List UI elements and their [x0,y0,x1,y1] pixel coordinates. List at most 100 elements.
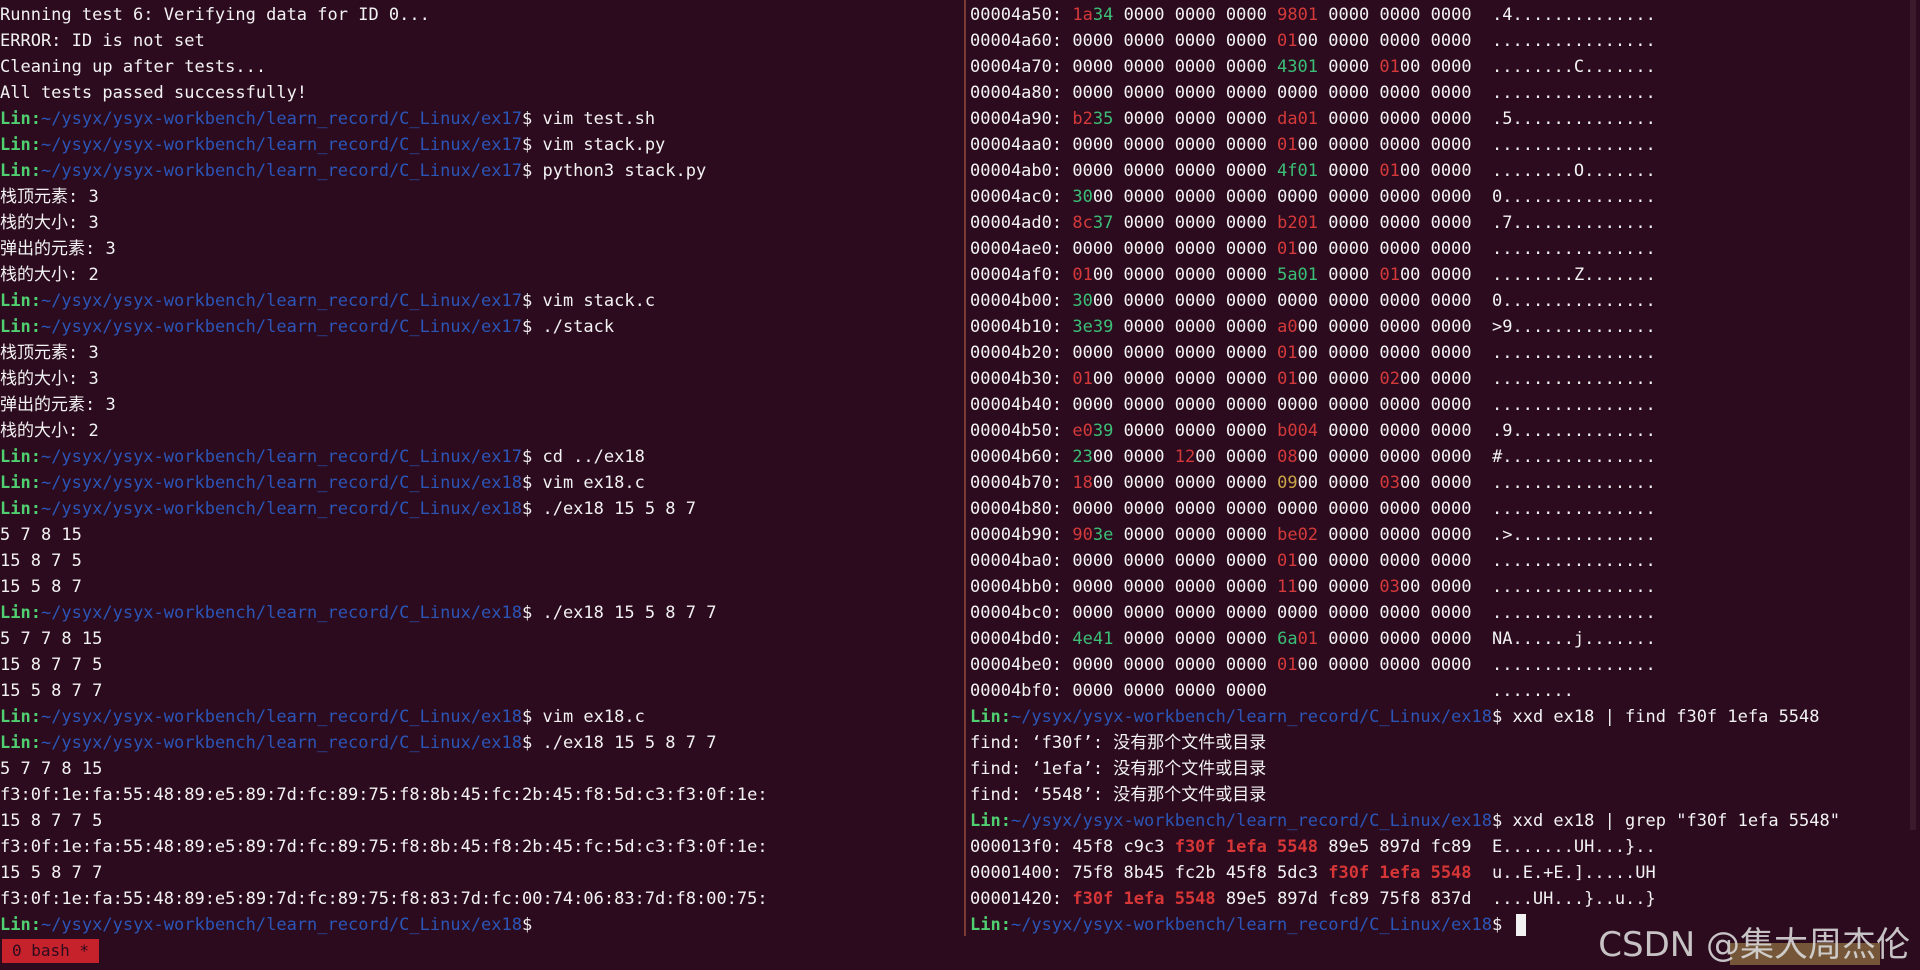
terminal-text-segment: 00004af0: [970,265,1073,285]
terminal-text-segment: 0000 0000 0000 [1318,629,1493,649]
terminal-text-segment: $ xxd ex18 | find f30f 1efa 5548 [1492,707,1820,727]
terminal-line: 栈的大小: 2 [0,262,962,288]
left-terminal-pane[interactable]: Running test 6: Verifying data for ID 0.… [0,2,962,936]
terminal-text-segment: find: ‘f30f’: 没有那个文件或目录 [970,733,1267,753]
terminal-text-segment: ~/ysyx/ysyx-workbench/learn_record/C_Lin… [40,733,522,753]
terminal-text-segment: $ vim stack.c [522,291,656,311]
terminal-text-segment: 00 0000 0000 0000 [1297,343,1492,363]
terminal-text-segment: 00 0000 [1399,57,1493,77]
terminal-text-segment: 30 [1072,291,1093,311]
right-terminal-pane[interactable]: 00004a50: 1a34 0000 0000 0000 9801 0000 … [970,2,1900,936]
terminal-line: 00004bf0: 0000 0000 0000 0000 ........ [970,678,1900,704]
terminal-text-segment: 0000 0000 0000 [1113,317,1278,337]
terminal-text-segment: ~/ysyx/ysyx-workbench/learn_record/C_Lin… [40,317,522,337]
terminal-text-segment: 01 [1379,57,1400,77]
terminal-line: 00004a90: b235 0000 0000 0000 da01 0000 … [970,106,1900,132]
terminal-text-segment: ~/ysyx/ysyx-workbench/learn_record/C_Lin… [40,447,522,467]
terminal-text-segment: 03 [1379,577,1400,597]
terminal-text-segment: 00004b70: [970,473,1073,493]
terminal-text-segment: ERROR: ID is not set [0,31,205,51]
terminal-text-segment: ................ [1492,343,1656,363]
terminal-text-segment: 15 8 7 7 5 [0,811,103,831]
terminal-text-segment: .>.............. [1492,525,1656,545]
scrollbar[interactable] [1910,0,1916,830]
terminal-text-segment: $ ./ex18 15 5 8 7 7 [522,603,717,623]
terminal-text-segment: 00004ae0: 0000 0000 0000 0000 [970,239,1278,259]
terminal-line: 00004ad0: 8c37 0000 0000 0000 b201 0000 … [970,210,1900,236]
terminal-text-segment: f3:0f:1e:fa:55:48:89:e5:89:7d:fc:89:75:f… [0,837,768,857]
terminal-text-segment: 00 0000 0000 0000 [1092,473,1278,493]
terminal-text-segment: 03 [1379,473,1400,493]
terminal-line: Running test 6: Verifying data for ID 0.… [0,2,962,28]
terminal-line: 00004b20: 0000 0000 0000 0000 0100 0000 … [970,340,1900,366]
terminal-text-segment: 98 [1277,5,1298,25]
terminal-text-segment: 00 0000 [1399,161,1493,181]
terminal-line: Lin:~/ysyx/ysyx-workbench/learn_record/C… [0,158,962,184]
terminal-text-segment: 00004ac0: [970,187,1073,207]
terminal-line: 00004b50: e039 0000 0000 0000 b004 0000 … [970,418,1900,444]
terminal-text-segment: $ ./ex18 15 5 8 7 7 [522,733,717,753]
terminal-text-segment: 00004b00: [970,291,1073,311]
terminal-text-segment: 00004aa0: 0000 0000 0000 0000 [970,135,1278,155]
terminal-text-segment: 4e41 [1072,629,1114,649]
terminal-text-segment: 00004a50: [970,5,1073,25]
terminal-text-segment: $ xxd ex18 | grep "f30f 1efa 5548" [1492,811,1840,831]
terminal-text-segment: Lin: [0,473,41,493]
terminal-text-segment: 15 5 8 7 [0,577,82,597]
terminal-line: f3:0f:1e:fa:55:48:89:e5:89:7d:fc:89:75:f… [0,834,962,860]
terminal-text-segment: 0000 0000 0000 [1318,213,1493,233]
terminal-text-segment: a0 [1277,317,1298,337]
terminal-text-segment: 0000 [1318,265,1380,285]
terminal-text-segment: 5 7 8 15 [0,525,82,545]
pane-divider[interactable] [964,0,966,936]
terminal-text-segment: 8c [1072,213,1093,233]
terminal-line: 00004a50: 1a34 0000 0000 0000 9801 0000 … [970,2,1900,28]
terminal-line: 00004b10: 3e39 0000 0000 0000 a000 0000 … [970,314,1900,340]
terminal-line: 00001420: f30f 1efa 5548 89e5 897d fc89 … [970,886,1900,912]
terminal-text-segment: 3e39 [1072,317,1114,337]
terminal-text-segment: 0000 0000 0000 [1113,213,1278,233]
terminal-text-segment: ~/ysyx/ysyx-workbench/learn_record/C_Lin… [1010,811,1492,831]
terminal-text-segment: 0000 0000 0000 [1318,421,1493,441]
terminal-text-segment: Cleaning up after tests... [0,57,267,77]
terminal-text-segment: ~/ysyx/ysyx-workbench/learn_record/C_Lin… [40,603,522,623]
terminal-line: All tests passed successfully! [0,80,962,106]
terminal-text-segment: 00 0000 0000 0000 [1297,447,1493,467]
terminal-text-segment: ~/ysyx/ysyx-workbench/learn_record/C_Lin… [40,135,522,155]
terminal-line: Lin:~/ysyx/ysyx-workbench/learn_record/C… [0,600,962,626]
terminal-text-segment: ~/ysyx/ysyx-workbench/learn_record/C_Lin… [40,499,522,519]
terminal-text-segment: ~/ysyx/ysyx-workbench/learn_record/C_Lin… [40,291,522,311]
terminal-line: 5 7 7 8 15 [0,756,962,782]
window-tab-bash[interactable]: 0 bash * [2,939,100,963]
terminal-line: Lin:~/ysyx/ysyx-workbench/learn_record/C… [970,704,1900,730]
terminal-text-segment: 00004b40: 0000 0000 0000 0000 0000 0000 … [970,395,1656,415]
terminal-text-segment: 35 [1092,109,1114,129]
terminal-text-segment: Lin: [0,135,41,155]
terminal-text-segment: f3:0f:1e:fa:55:48:89:e5:89:7d:fc:89:75:f… [0,785,768,805]
terminal-text-segment: .9.............. [1492,421,1656,441]
terminal-text-segment: 0000 0000 0000 [1318,525,1493,545]
terminal-text-segment: 00004bb0: 0000 0000 0000 0000 [970,577,1278,597]
terminal-line: ERROR: ID is not set [0,28,962,54]
terminal-text-segment: Lin: [0,733,41,753]
terminal-text-segment: Lin: [0,499,41,519]
terminal-text-segment: 00004b30: [970,369,1073,389]
terminal-text-segment: 0............... [1492,291,1656,311]
terminal-text-segment: ................ [1492,551,1656,571]
terminal-text-segment: 5 7 7 8 15 [0,629,103,649]
terminal-text-segment: b201 [1277,213,1319,233]
terminal-text-segment: 栈的大小: 3 [0,369,99,389]
terminal-text-segment: 00004b90: [970,525,1073,545]
terminal-text-segment: 00004be0: 0000 0000 0000 0000 [970,655,1278,675]
terminal-text-segment: 00004bf0: 0000 0000 0000 0000 ........ [970,681,1574,701]
terminal-text-segment: $ python3 stack.py [522,161,707,181]
terminal-text-segment: 0000 0000 0000 [1318,109,1493,129]
terminal-line: 栈顶元素: 3 [0,184,962,210]
terminal-text-segment: 00 0000 0000 0000 [1297,239,1492,259]
terminal-text-segment: b004 [1277,421,1319,441]
terminal-text-segment: 01 [1297,5,1319,25]
terminal-text-segment: 09 [1277,473,1298,493]
terminal-text-segment: $ [522,915,533,935]
terminal-text-segment: ........C....... [1492,57,1656,77]
terminal-line: Cleaning up after tests... [0,54,962,80]
